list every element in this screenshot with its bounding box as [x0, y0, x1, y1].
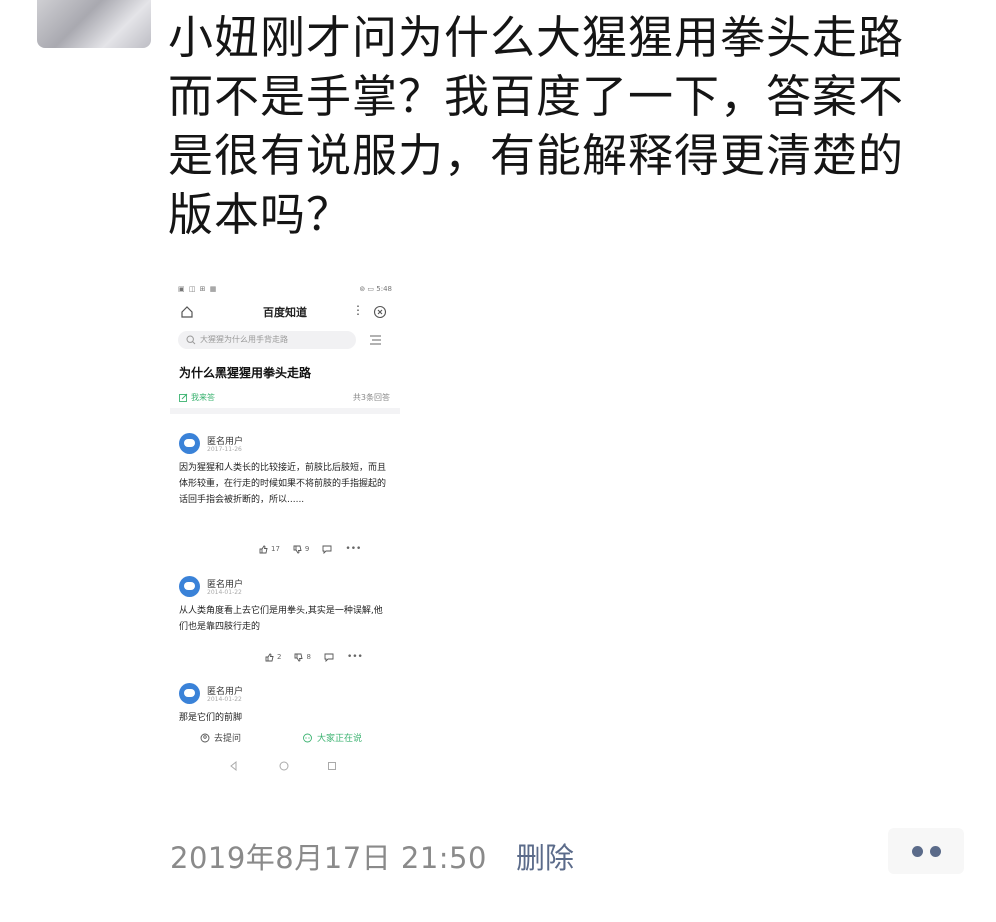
comment-icon — [322, 545, 332, 554]
nav-recent-icon — [328, 762, 336, 770]
answer-date: 2017-11-26 — [207, 446, 242, 453]
anonymous-avatar — [179, 433, 200, 454]
anonymous-avatar — [179, 576, 200, 597]
bottom-action-bar: 去提问 大家正在说 — [170, 728, 400, 748]
list-icon — [370, 335, 381, 345]
answer-link: 我来答 — [179, 392, 215, 403]
thumb-up-icon — [259, 545, 268, 553]
close-circle-icon — [373, 305, 387, 319]
answer-body: 因为猩猩和人类长的比较接近，前肢比后肢短，而且体形较重，在行走的时候如果不将前肢… — [179, 463, 387, 505]
comment-action — [324, 653, 334, 662]
answer-body: 那是它们的前脚 — [179, 713, 243, 723]
like-count: 2 — [277, 653, 282, 661]
embedded-screenshot[interactable]: ▣ ◫ ⊞ ▦ ⊚ ▭ 5:48 百度知道 ⋮ 大猩猩为什么用手背走路 为什么黑… — [170, 275, 400, 790]
answer-date: 2014-01-22 — [207, 589, 242, 596]
answer-actions: 2 8 ••• — [265, 651, 376, 663]
talk-label: 大家正在说 — [317, 734, 363, 744]
dislike-action: 9 — [293, 545, 309, 554]
answer-link-label: 我来答 — [191, 393, 215, 402]
comment-action — [322, 545, 332, 554]
post-text: 小妞刚才问为什么大猩猩用拳头走路而不是手掌？我百度了一下，答案不是很有说服力，有… — [168, 11, 905, 241]
thumb-down-icon — [293, 545, 302, 553]
like-count: 17 — [271, 545, 280, 553]
search-placeholder: 大猩猩为什么用手背走路 — [200, 335, 288, 344]
post-timestamp: 2019年8月17日 21:50 — [170, 841, 487, 875]
chat-icon — [303, 733, 312, 742]
section-divider — [170, 408, 400, 414]
answer-actions: 17 9 ••• — [259, 543, 374, 555]
search-input: 大猩猩为什么用手背走路 — [178, 331, 356, 349]
dislike-count: 9 — [304, 545, 310, 553]
answer-item: 匿名用户 2014-01-22 从人类角度看上去它们是用拳头,其实是一种误解,他… — [179, 576, 391, 666]
thumb-down-icon — [295, 653, 304, 661]
nav-back-icon — [230, 760, 237, 772]
app-title: 百度知道 — [263, 306, 307, 319]
more-vertical-icon: ⋮ — [352, 303, 364, 317]
answer-date: 2014-01-22 — [207, 696, 242, 703]
answer-item: 匿名用户 2017-11-26 因为猩猩和人类长的比较接近，前肢比后肢短，而且体… — [179, 433, 391, 558]
ellipsis-icon: ••• — [346, 652, 363, 662]
more-options-button[interactable] — [888, 828, 964, 874]
status-right: ⊚ ▭ 5:48 — [359, 285, 392, 293]
question-icon — [200, 733, 210, 742]
phone-nav-bar — [170, 760, 400, 774]
status-left: ▣ ◫ ⊞ ▦ — [178, 285, 218, 293]
ask-question-button: 去提问 — [200, 731, 241, 744]
thumb-up-icon — [265, 653, 274, 661]
search-icon — [186, 335, 196, 345]
dot-icon — [930, 846, 941, 857]
dislike-action: 8 — [294, 653, 311, 662]
question-title: 为什么黑猩猩用拳头走路 — [179, 366, 312, 380]
ellipsis-icon: ••• — [345, 544, 362, 554]
dislike-count: 8 — [306, 653, 311, 661]
delete-button[interactable]: 删除 — [516, 835, 574, 877]
answer-item: 匿名用户 2014-01-22 那是它们的前脚 — [179, 683, 391, 725]
like-action: 17 — [259, 545, 280, 554]
comment-icon — [324, 653, 334, 662]
anonymous-avatar — [179, 683, 200, 704]
edit-icon — [179, 393, 188, 402]
like-action: 2 — [265, 653, 281, 662]
dot-icon — [912, 846, 923, 857]
answer-body: 从人类角度看上去它们是用拳头,其实是一种误解,他们也是靠四肢行走的 — [179, 606, 383, 632]
nav-home-icon — [279, 761, 289, 771]
discussion-button: 大家正在说 — [302, 731, 362, 744]
ask-label: 去提问 — [214, 734, 242, 744]
user-avatar[interactable] — [37, 0, 151, 48]
phone-status-bar: ▣ ◫ ⊞ ▦ ⊚ ▭ 5:48 — [178, 285, 392, 295]
app-header: 百度知道 ⋮ — [170, 301, 400, 323]
answer-count: 共3条回答 — [352, 393, 390, 402]
